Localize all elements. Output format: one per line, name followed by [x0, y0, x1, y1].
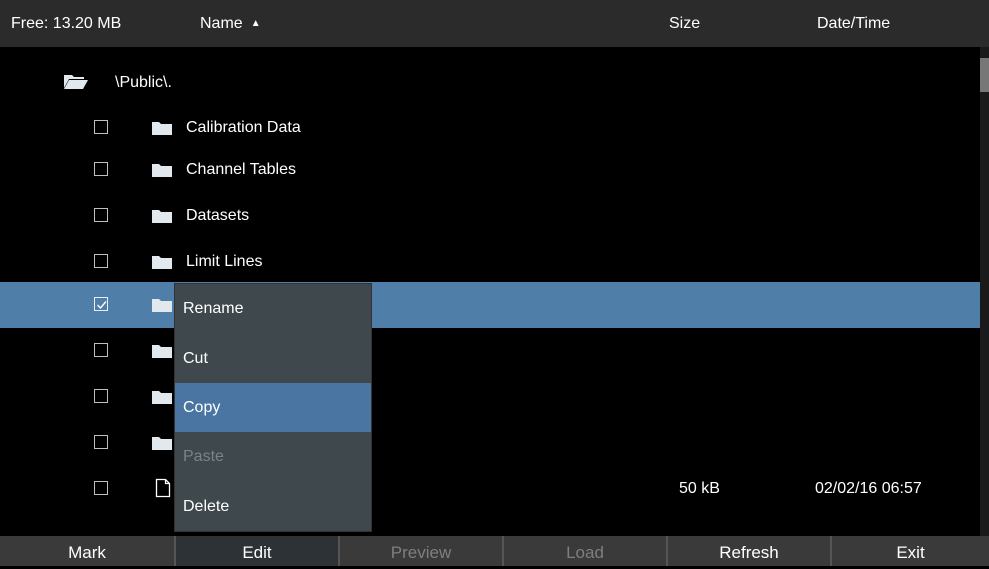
- row-checkbox[interactable]: [94, 481, 108, 495]
- datetime-column-header[interactable]: Date/Time: [817, 15, 890, 33]
- copy-menu-item[interactable]: Copy: [175, 383, 371, 432]
- menu-item-label: Rename: [183, 300, 244, 317]
- row-checkbox[interactable]: [94, 343, 108, 357]
- folder-icon: [152, 210, 172, 223]
- open-folder-icon: [64, 75, 88, 89]
- menu-item-label: Paste: [183, 448, 224, 465]
- delete-menu-item[interactable]: Delete: [175, 482, 371, 531]
- name-column-header[interactable]: Name ▲: [200, 15, 261, 33]
- folder-icon: [152, 256, 172, 269]
- folder-row[interactable]: Calibration Data: [0, 105, 980, 151]
- folder-icon: [152, 164, 172, 177]
- row-checkbox[interactable]: [94, 254, 108, 268]
- folder-row[interactable]: [0, 282, 980, 328]
- row-checkbox[interactable]: [94, 208, 108, 222]
- row-checkbox[interactable]: [94, 297, 108, 311]
- file-list-header: Free: 13.20 MB Name ▲ Size Date/Time: [0, 0, 989, 47]
- scrollbar-thumb[interactable]: [980, 58, 989, 92]
- row-checkbox[interactable]: [94, 120, 108, 134]
- menu-item-label: Cut: [183, 350, 208, 367]
- row-name: Channel Tables: [186, 161, 297, 178]
- paste-menu-item: Paste: [175, 432, 371, 481]
- folder-icon: [152, 391, 172, 404]
- preview-softkey: Preview: [340, 536, 502, 566]
- exit-softkey[interactable]: Exit: [832, 536, 989, 566]
- row-checkbox[interactable]: [94, 389, 108, 403]
- refresh-softkey[interactable]: Refresh: [668, 536, 830, 566]
- current-path-label: \Public\.: [115, 74, 172, 91]
- load-softkey: Load: [504, 536, 666, 566]
- row-checkbox[interactable]: [94, 162, 108, 176]
- folder-icon: [152, 437, 172, 450]
- folder-row[interactable]: [0, 374, 980, 420]
- edit-softkey[interactable]: Edit: [176, 536, 338, 566]
- checkmark-icon: [97, 301, 107, 310]
- folder-row[interactable]: Datasets: [0, 193, 980, 239]
- vertical-scrollbar[interactable]: [980, 47, 989, 536]
- row-name: Datasets: [186, 207, 250, 224]
- folder-icon: [152, 122, 172, 135]
- folder-icon: [152, 299, 172, 312]
- sort-ascending-icon: ▲: [250, 18, 261, 29]
- rename-menu-item[interactable]: Rename: [175, 284, 371, 333]
- current-path-row[interactable]: \Public\.: [0, 60, 980, 106]
- file-row[interactable]: 50 kB 02/02/16 06:57: [0, 466, 980, 512]
- edit-context-menu: Rename Cut Copy Paste Delete: [175, 284, 371, 531]
- file-icon: [155, 478, 171, 498]
- free-space-label: Free: 13.20 MB: [11, 15, 122, 32]
- row-name: Limit Lines: [186, 253, 263, 270]
- mark-softkey[interactable]: Mark: [0, 536, 174, 566]
- folder-row[interactable]: [0, 328, 980, 374]
- menu-item-label: Delete: [183, 498, 230, 515]
- folder-row[interactable]: [0, 420, 980, 466]
- row-name: Calibration Data: [186, 119, 301, 136]
- softkey-bar: Mark Edit Preview Load Refresh Exit: [0, 536, 989, 566]
- size-column-header[interactable]: Size: [669, 15, 700, 33]
- folder-row[interactable]: Limit Lines: [0, 239, 980, 285]
- menu-item-label: Copy: [183, 399, 221, 416]
- name-column-label: Name: [200, 15, 243, 32]
- row-datetime: 02/02/16 06:57: [815, 480, 922, 497]
- folder-row[interactable]: Channel Tables: [0, 147, 980, 193]
- folder-icon: [152, 345, 172, 358]
- cut-menu-item[interactable]: Cut: [175, 334, 371, 383]
- row-size: 50 kB: [679, 480, 720, 497]
- row-checkbox[interactable]: [94, 435, 108, 449]
